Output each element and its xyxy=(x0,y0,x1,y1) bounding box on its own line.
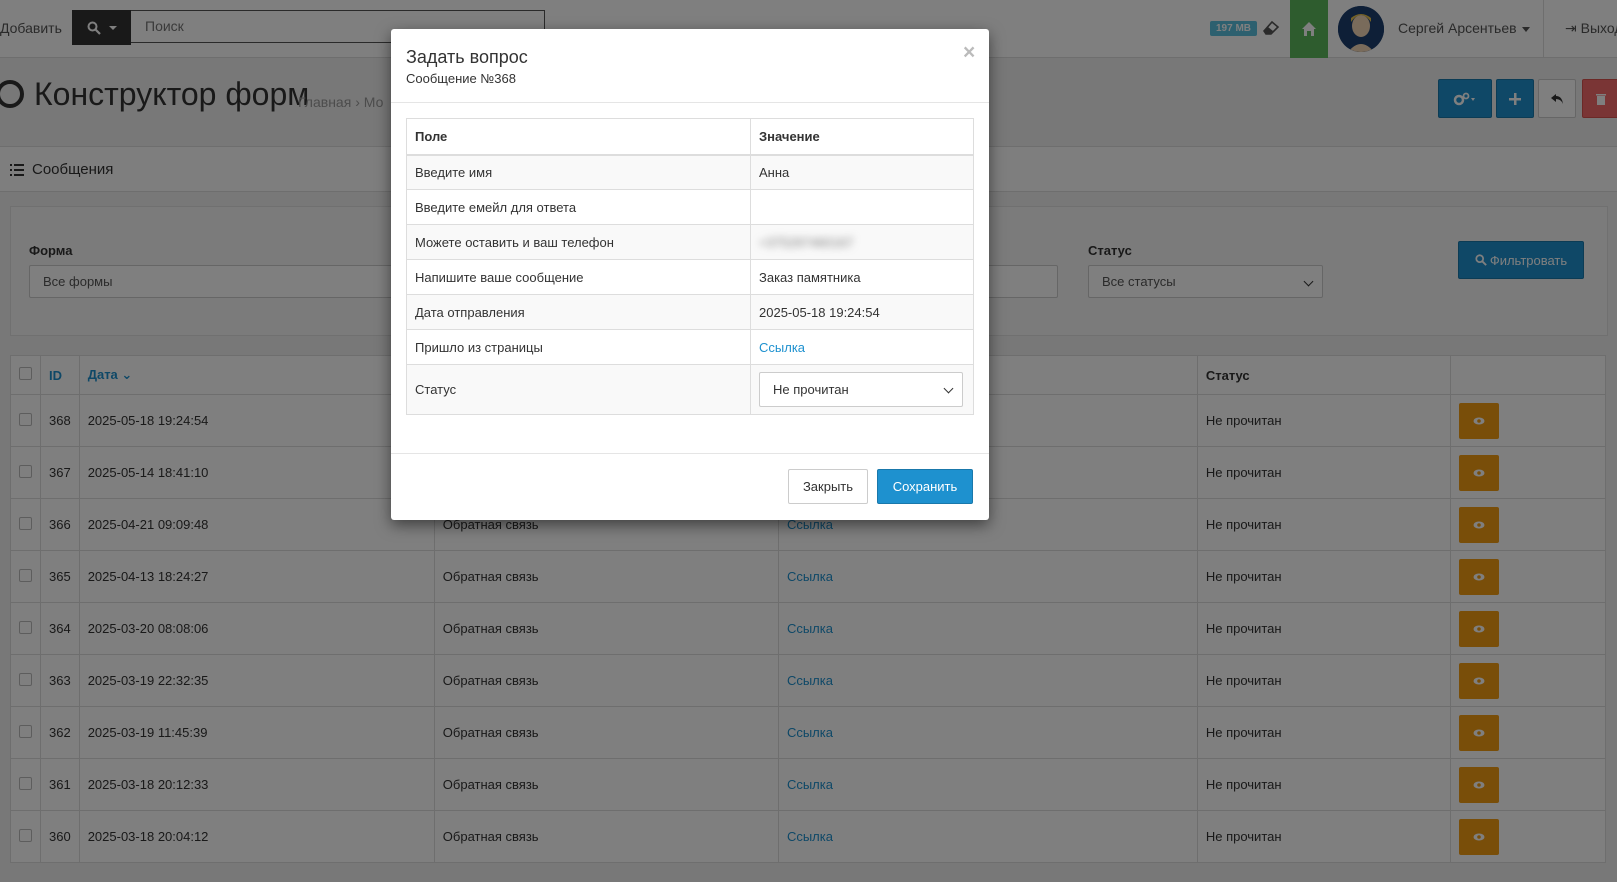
detail-field: Можете оставить и ваш телефон xyxy=(406,224,751,260)
detail-value: 2025-05-18 19:24:54 xyxy=(750,294,974,330)
detail-value: +375297460167 xyxy=(750,224,974,260)
status-select-value: Не прочитан xyxy=(773,382,849,397)
detail-field: Дата отправления xyxy=(406,294,751,330)
chevron-down-icon xyxy=(943,383,954,394)
detail-field: Пришло из страницы xyxy=(406,329,751,365)
modal-footer: Закрыть Сохранить xyxy=(391,453,989,521)
close-button[interactable]: Закрыть xyxy=(788,469,868,504)
detail-row: Дата отправления 2025-05-18 19:24:54 xyxy=(406,294,974,330)
modal-header: Задать вопрос Сообщение №368 × xyxy=(391,29,989,103)
detail-row: Пришло из страницы Ссылка xyxy=(406,329,974,365)
detail-value: Не прочитан xyxy=(750,364,974,415)
detail-field: Введите емейл для ответа xyxy=(406,189,751,225)
status-select[interactable]: Не прочитан xyxy=(759,372,963,407)
detail-field: Напишите ваше сообщение xyxy=(406,259,751,295)
detail-value xyxy=(750,189,974,225)
detail-value: Ссылка xyxy=(750,329,974,365)
detail-row: Введите емейл для ответа xyxy=(406,189,974,225)
modal-title: Задать вопрос xyxy=(406,47,528,67)
phone-value-blurred: +375297460167 xyxy=(759,234,854,250)
detail-header-row: Поле Значение xyxy=(406,118,974,156)
message-modal: Задать вопрос Сообщение №368 × Поле Знач… xyxy=(391,29,989,520)
detail-col-field: Поле xyxy=(406,118,751,156)
close-icon[interactable]: × xyxy=(963,41,975,65)
detail-row: Напишите ваше сообщение Заказ памятника xyxy=(406,259,974,295)
detail-field: Введите имя xyxy=(406,154,751,190)
source-page-link[interactable]: Ссылка xyxy=(759,340,805,355)
detail-row: Статус Не прочитан xyxy=(406,364,974,415)
modal-subtitle: Сообщение №368 xyxy=(406,71,516,86)
detail-col-value: Значение xyxy=(750,118,974,156)
detail-row: Введите имя Анна xyxy=(406,154,974,190)
detail-value: Анна xyxy=(750,154,974,190)
detail-value: Заказ памятника xyxy=(750,259,974,295)
save-button[interactable]: Сохранить xyxy=(877,469,973,504)
detail-table: Поле Значение Введите имя Анна Введите е… xyxy=(406,118,974,415)
detail-field: Статус xyxy=(406,364,751,415)
detail-row: Можете оставить и ваш телефон +375297460… xyxy=(406,224,974,260)
